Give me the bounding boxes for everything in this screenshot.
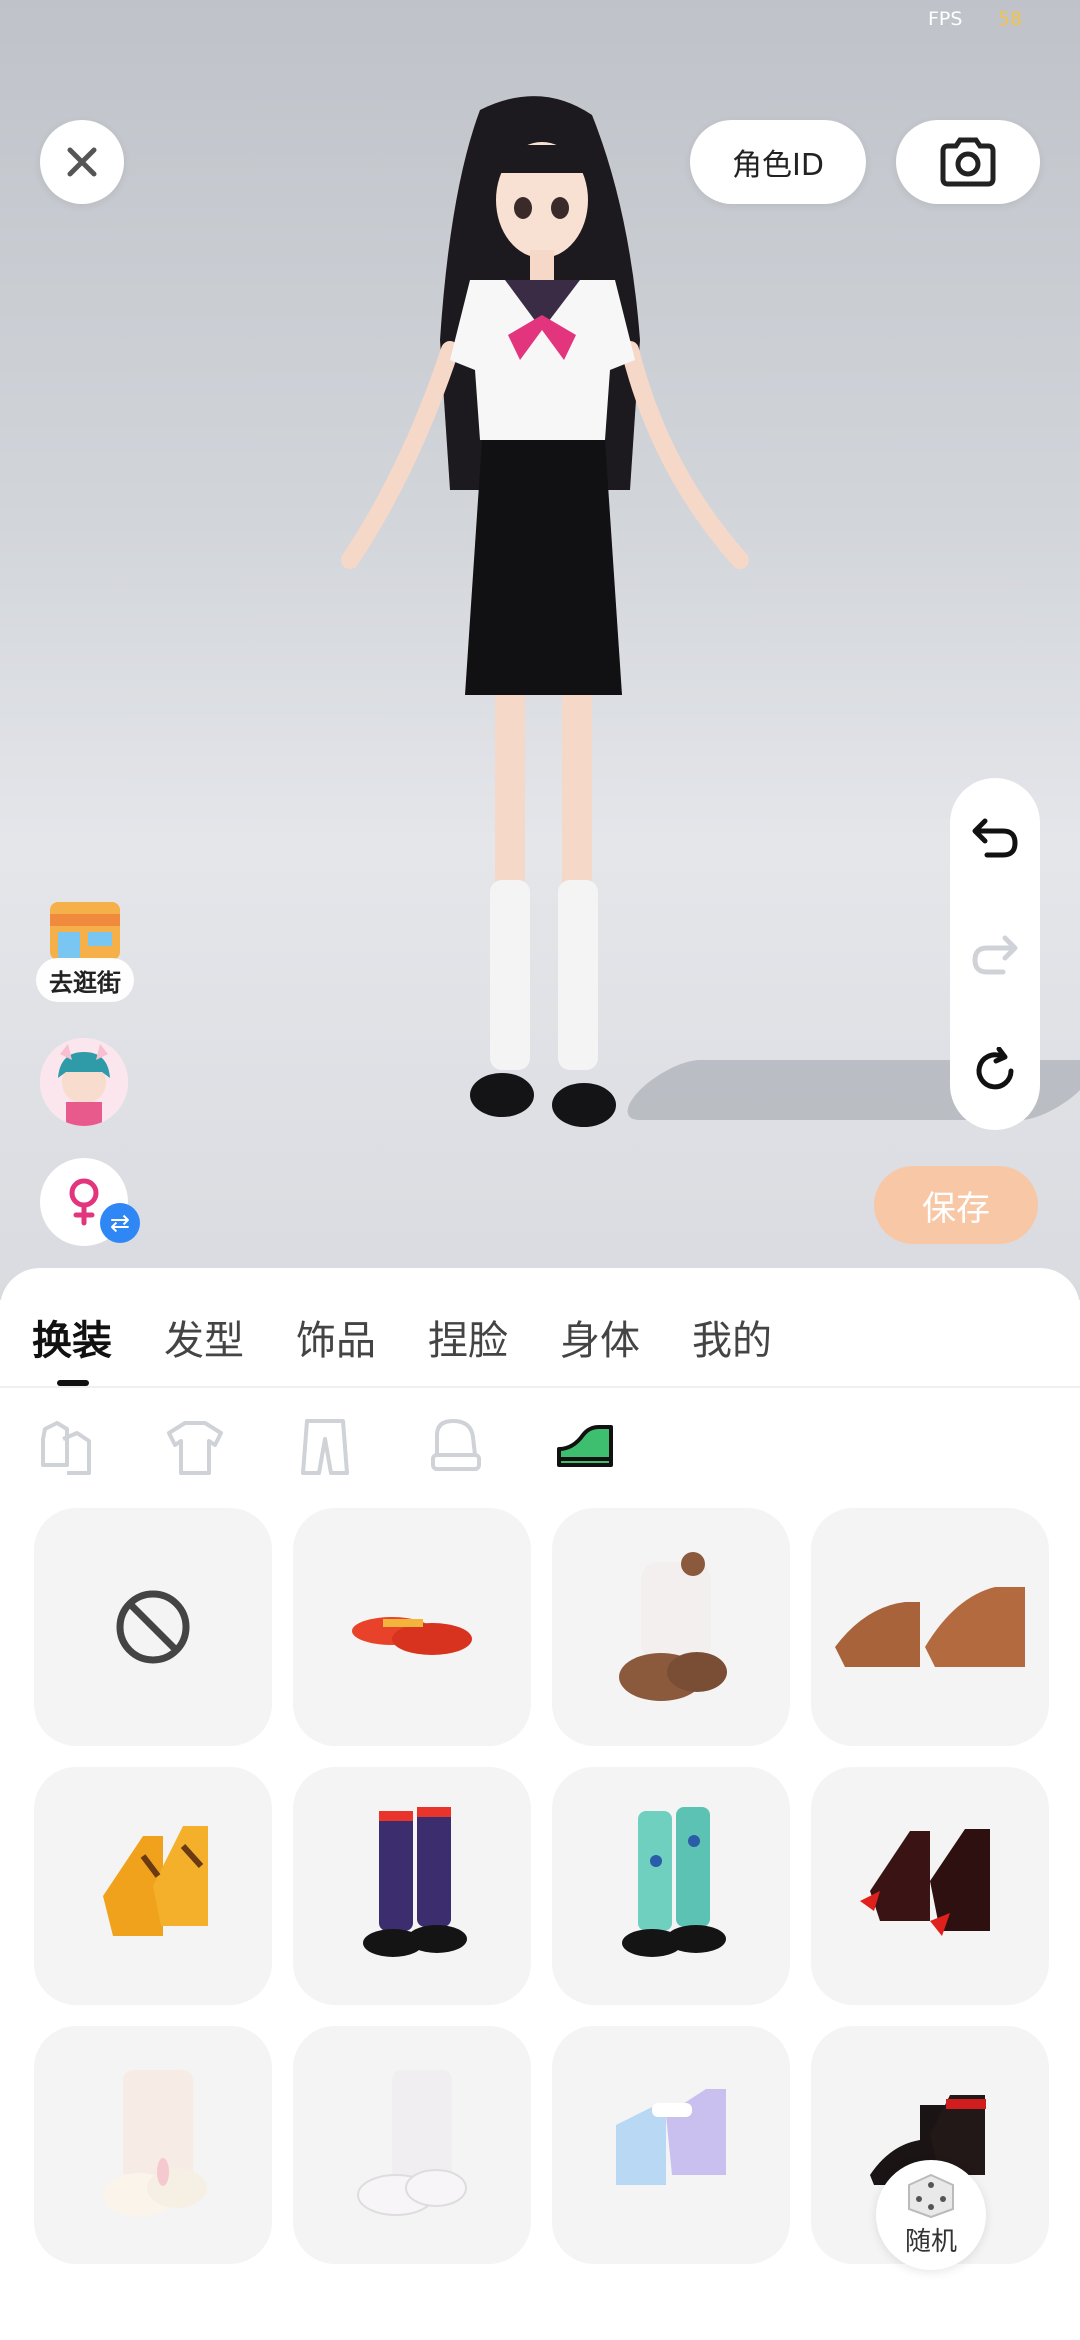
edit-tools [950,778,1040,1130]
dice-icon [908,2173,954,2218]
holo-ankle-boots-icon [616,2089,726,2185]
avatar-thumbnail [40,1038,128,1126]
bunny-slippers-icon [103,2070,207,2217]
camera-button[interactable] [896,120,1040,204]
wardrobe-panel: 换装 发型 饰品 捏脸 身体 我的 随机 [0,1268,1080,2340]
reset-button[interactable] [965,1041,1025,1101]
teal-socks-shoes-icon [622,1807,726,1957]
undo-button[interactable] [965,807,1025,867]
brown-paw-shoes-icon [835,1587,1025,1667]
redo-button[interactable] [965,924,1025,984]
tab-face[interactable]: 捏脸 [428,1308,508,1368]
random-button[interactable]: 随机 [876,2160,986,2270]
glove-icon[interactable] [422,1414,488,1480]
go-shopping-label[interactable]: 去逛街 [36,958,134,1002]
item-card[interactable] [552,1508,790,1746]
item-card[interactable] [293,1767,531,2005]
tab-hairstyle[interactable]: 发型 [164,1308,244,1368]
red-claw-shoes-icon [860,1829,990,1936]
category-tabs: 换装 发型 饰品 捏脸 身体 我的 [32,1308,772,1368]
close-icon [67,147,97,177]
fps-value: 58 [998,8,1023,30]
argyle-socks-shoes-icon [363,1807,467,1957]
avatar-viewport[interactable]: FPS 58 角色ID 去逛街 ⇄ 保存 [0,0,1080,1300]
reset-icon [976,1047,1014,1090]
save-button[interactable]: 保存 [874,1166,1038,1244]
item-card[interactable] [811,1508,1049,1746]
pants-icon[interactable] [292,1414,358,1480]
item-card[interactable] [34,1767,272,2005]
white-cat-slippers-icon [357,2070,467,2216]
item-card[interactable] [293,2026,531,2264]
yellow-tiger-boots-icon [103,1826,208,1936]
outfit-set-icon[interactable] [32,1414,98,1480]
bear-fur-boots-icon [619,1552,727,1701]
swap-icon[interactable]: ⇄ [100,1203,140,1243]
item-card[interactable] [34,1508,272,1746]
avatar-character[interactable] [330,90,750,1210]
item-card[interactable] [552,2026,790,2264]
shoe-icon[interactable] [552,1414,618,1480]
tab-mine[interactable]: 我的 [692,1308,772,1368]
item-grid [34,1508,1049,2264]
tab-body[interactable]: 身体 [560,1308,640,1368]
random-label: 随机 [904,2226,957,2257]
role-id-button[interactable]: 角色ID [690,120,866,204]
top-shirt-icon[interactable] [162,1414,228,1480]
item-card[interactable] [34,2026,272,2264]
fps-label: FPS [928,8,963,30]
role-id-label: 角色ID [732,148,824,183]
undo-icon [972,818,1018,858]
subcategory-row [32,1414,618,1480]
item-card[interactable] [293,1508,531,1746]
female-icon [69,1178,99,1226]
close-button[interactable] [40,120,124,204]
tab-accessories[interactable]: 饰品 [296,1308,376,1368]
item-card[interactable] [811,1767,1049,2005]
preset-avatar-button[interactable] [40,1038,128,1126]
red-flat-shoes-icon [352,1617,472,1655]
redo-icon [972,935,1018,975]
tab-outfit[interactable]: 换装 [32,1308,112,1368]
divider [0,1386,1080,1388]
none-icon [116,1590,190,1664]
item-card[interactable] [552,1767,790,2005]
camera-icon [940,137,996,187]
